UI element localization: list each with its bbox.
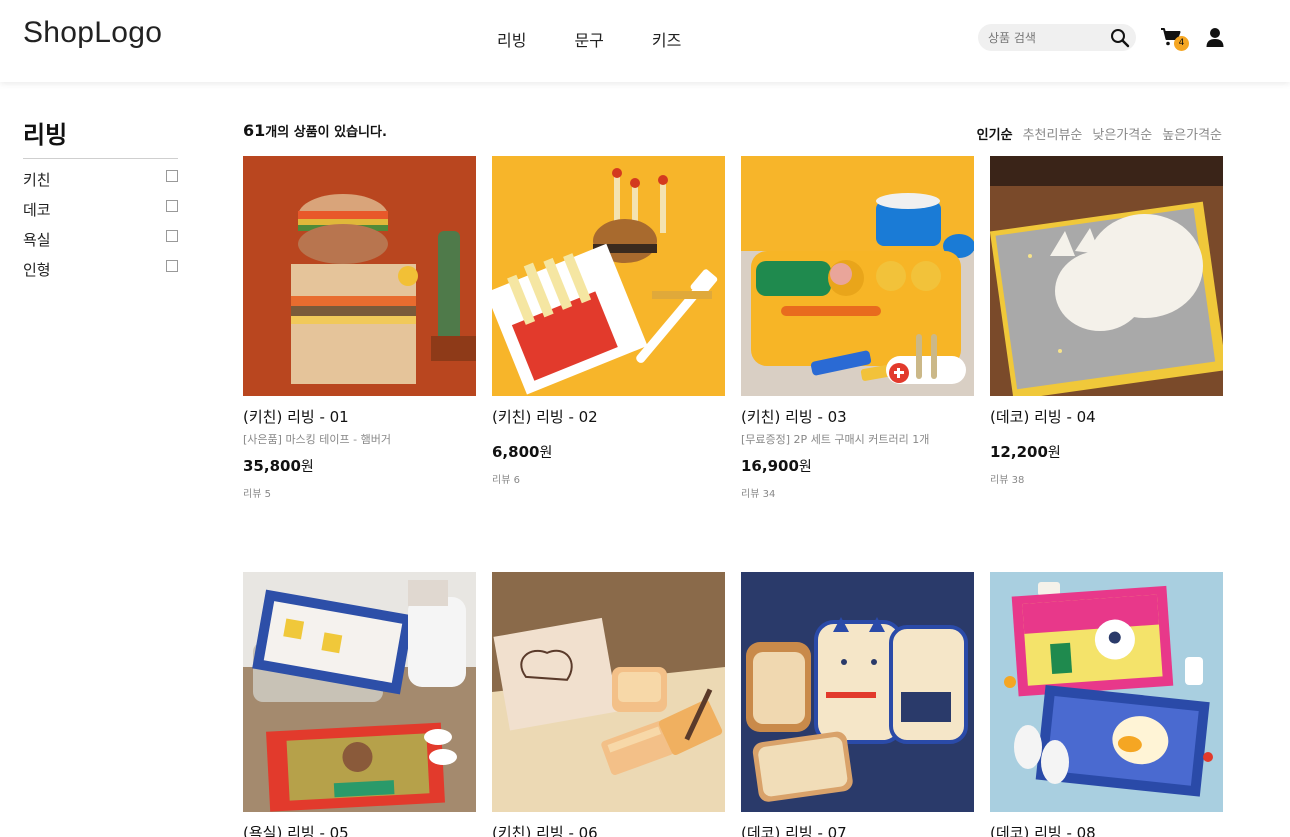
sort-popular[interactable]: 인기순	[977, 124, 1013, 143]
price-unit: 원	[1047, 445, 1061, 461]
user-icon	[1206, 28, 1224, 47]
cart-count-badge: 4	[1174, 36, 1189, 51]
product-image[interactable]	[492, 572, 725, 812]
filter-checkbox[interactable]	[166, 230, 178, 242]
filter-item-deco[interactable]: 데코	[23, 198, 178, 228]
sort-recommended-reviews[interactable]: 추천리뷰순	[1023, 124, 1083, 143]
product-price: 16,900원	[741, 456, 974, 476]
sort-low-price[interactable]: 낮은가격순	[1092, 124, 1152, 143]
product-image[interactable]	[243, 572, 476, 812]
category-filter-list: 키친 데코 욕실 인형	[23, 168, 178, 288]
product-subtitle: [사은품] 마스킹 테이프 - 햄버거	[243, 433, 391, 446]
product-card[interactable]: (키친) 리빙 - 03 [무료증정] 2P 세트 구매시 커트러리 1개 16…	[741, 156, 974, 500]
product-name[interactable]: (키친) 리빙 - 06	[492, 822, 725, 837]
product-name[interactable]: (키친) 리빙 - 01	[243, 406, 476, 427]
product-card[interactable]: (데코) 리빙 - 07	[741, 572, 974, 837]
product-card[interactable]: (욕실) 리빙 - 05	[243, 572, 476, 837]
price-unit: 원	[798, 459, 812, 475]
search-input[interactable]	[988, 28, 1106, 47]
product-name[interactable]: (키친) 리빙 - 02	[492, 406, 725, 427]
search-box	[978, 24, 1136, 51]
sidebar-divider	[23, 158, 178, 159]
filter-label: 인형	[23, 261, 51, 279]
filter-item-bath[interactable]: 욕실	[23, 228, 178, 258]
product-reviews: 리뷰 6	[492, 475, 520, 486]
site-logo[interactable]: ShopLogo	[23, 16, 162, 50]
nav-item-stationery[interactable]: 문구	[574, 27, 603, 51]
sort-options: 인기순 추천리뷰순 낮은가격순 높은가격순	[967, 124, 1222, 143]
product-name[interactable]: (데코) 리빙 - 04	[990, 406, 1223, 427]
product-subtitle: [무료증정] 2P 세트 구매시 커트러리 1개	[741, 433, 930, 446]
product-price: 12,200원	[990, 442, 1223, 462]
site-header: ShopLogo 리빙 문구 키즈 4	[0, 0, 1290, 82]
product-name[interactable]: (데코) 리빙 - 08	[990, 822, 1223, 837]
price-unit: 원	[539, 445, 553, 461]
price-unit: 원	[300, 459, 314, 475]
product-card[interactable]: (키친) 리빙 - 01 [사은품] 마스킹 테이프 - 햄버거 35,800원…	[243, 156, 476, 500]
product-image[interactable]	[990, 156, 1223, 396]
category-title: 리빙	[23, 121, 68, 149]
product-count-suffix: 개의 상품이 있습니다.	[265, 125, 387, 140]
product-reviews: 리뷰 38	[990, 475, 1025, 486]
price-value: 6,800	[492, 443, 540, 461]
product-count-number: 61	[243, 121, 266, 140]
filter-item-kitchen[interactable]: 키친	[23, 168, 178, 198]
product-card[interactable]: (데코) 리빙 - 04 12,200원 리뷰 38	[990, 156, 1223, 486]
filter-item-doll[interactable]: 인형	[23, 258, 178, 288]
product-price: 6,800원	[492, 442, 725, 462]
product-reviews: 리뷰 34	[741, 489, 776, 500]
product-card[interactable]: (키친) 리빙 - 02 6,800원 리뷰 6	[492, 156, 725, 486]
product-card[interactable]: (키친) 리빙 - 06	[492, 572, 725, 837]
filter-label: 데코	[23, 201, 51, 219]
filter-label: 욕실	[23, 231, 51, 249]
cart-button[interactable]: 4	[1160, 27, 1190, 53]
product-count: 61개의 상품이 있습니다.	[243, 121, 387, 140]
product-image[interactable]	[741, 156, 974, 396]
product-image[interactable]	[741, 572, 974, 812]
product-image[interactable]	[990, 572, 1223, 812]
filter-checkbox[interactable]	[166, 170, 178, 182]
product-image[interactable]	[492, 156, 725, 396]
filter-checkbox[interactable]	[166, 200, 178, 212]
price-value: 35,800	[243, 457, 301, 475]
account-button[interactable]	[1205, 27, 1225, 49]
search-icon[interactable]	[1110, 28, 1130, 48]
sort-high-price[interactable]: 높은가격순	[1162, 124, 1222, 143]
product-name[interactable]: (욕실) 리빙 - 05	[243, 822, 476, 837]
product-reviews: 리뷰 5	[243, 489, 271, 500]
product-name[interactable]: (데코) 리빙 - 07	[741, 822, 974, 837]
product-image[interactable]	[243, 156, 476, 396]
price-value: 16,900	[741, 457, 799, 475]
nav-item-kids[interactable]: 키즈	[652, 27, 681, 51]
filter-label: 키친	[23, 171, 51, 189]
product-name[interactable]: (키친) 리빙 - 03	[741, 406, 974, 427]
main-nav: 리빙 문구 키즈	[497, 27, 729, 51]
product-card[interactable]: (데코) 리빙 - 08	[990, 572, 1223, 837]
nav-item-living[interactable]: 리빙	[497, 27, 526, 51]
filter-checkbox[interactable]	[166, 260, 178, 272]
price-value: 12,200	[990, 443, 1048, 461]
product-price: 35,800원	[243, 456, 476, 476]
